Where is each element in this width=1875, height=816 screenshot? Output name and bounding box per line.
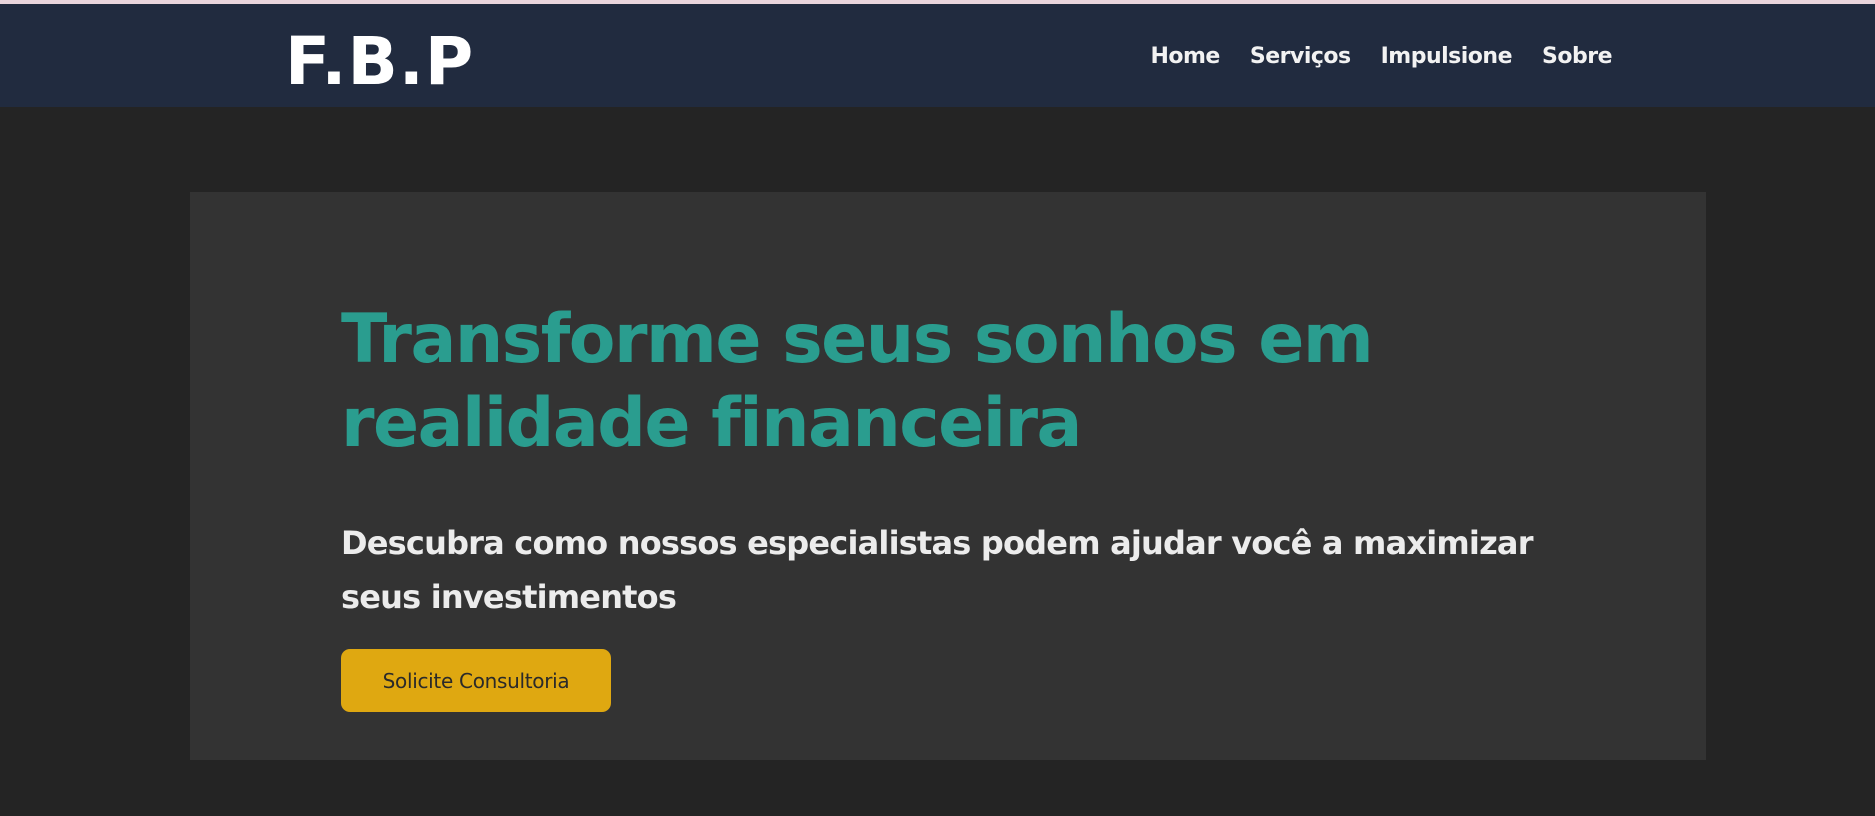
hero-title: Transforme seus sonhos em realidade fina… xyxy=(341,300,1374,463)
hero-section: Transforme seus sonhos em realidade fina… xyxy=(190,192,1706,760)
navbar: F.B.P Home Serviços Impulsione Sobre xyxy=(0,4,1875,107)
hero-subtitle: Descubra como nossos especialistas podem… xyxy=(341,524,1534,616)
main-nav: Home Serviços Impulsione Sobre xyxy=(1150,42,1612,72)
nav-link-home[interactable]: Home xyxy=(1150,42,1220,72)
nav-link-servicos[interactable]: Serviços xyxy=(1250,42,1351,72)
nav-link-sobre[interactable]: Sobre xyxy=(1542,42,1612,72)
request-consultation-button[interactable]: Solicite Consultoria xyxy=(341,649,611,712)
nav-link-impulsione[interactable]: Impulsione xyxy=(1381,42,1513,72)
site-logo[interactable]: F.B.P xyxy=(285,22,474,102)
